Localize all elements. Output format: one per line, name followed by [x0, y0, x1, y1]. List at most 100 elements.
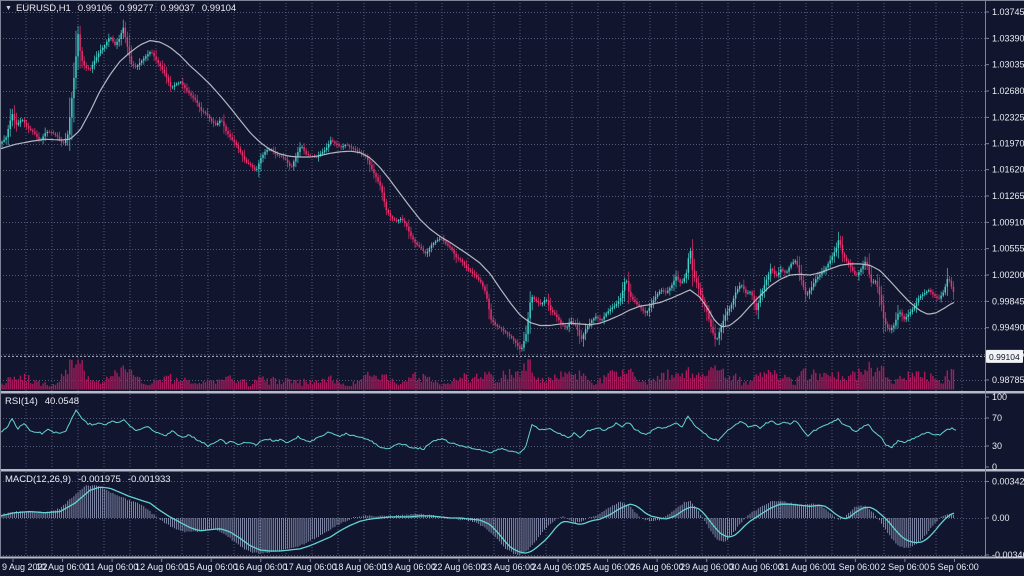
volume-bar — [207, 380, 208, 390]
candle — [229, 134, 231, 137]
volume-bar — [612, 370, 613, 389]
volume-bar — [480, 377, 481, 389]
volume-bar — [32, 384, 33, 390]
candle — [533, 297, 535, 299]
volume-bar — [96, 381, 97, 389]
low-value: 0.99037 — [161, 3, 195, 14]
volume-bar — [488, 372, 489, 390]
volume-bar — [408, 377, 409, 389]
candle — [472, 272, 474, 274]
volume-bar — [44, 382, 45, 390]
candle — [854, 271, 856, 275]
volume-bar — [24, 374, 25, 390]
volume-bar — [671, 375, 672, 390]
volume-bar — [601, 383, 602, 389]
volume-bar — [92, 380, 93, 389]
volume-bar — [470, 382, 471, 389]
candle — [330, 140, 332, 144]
candle — [86, 65, 88, 67]
volume-bar — [435, 380, 436, 389]
volume-bar — [328, 377, 329, 390]
volume-bar — [155, 381, 156, 390]
candle — [293, 162, 295, 167]
chart-canvas[interactable]: 1.037451.033901.030351.026801.023251.019… — [0, 0, 1024, 576]
candle — [100, 50, 102, 53]
volume-bar — [721, 370, 722, 390]
volume-bar — [451, 381, 452, 389]
time-axis-label: 11 Aug 06:00 — [86, 562, 138, 572]
volume-bar — [745, 381, 746, 389]
price-axis-label: 1.01970 — [992, 139, 1024, 149]
candle — [725, 315, 727, 320]
candle — [714, 333, 716, 339]
macd-name: MACD(12,26,9) — [5, 474, 71, 485]
panel-divider[interactable] — [0, 469, 1024, 472]
volume-bar — [811, 374, 812, 389]
candle — [718, 332, 720, 338]
candle — [601, 319, 603, 320]
candle — [211, 119, 213, 122]
time-axis-label: 16 Aug 06:00 — [234, 562, 287, 572]
candle — [733, 299, 735, 305]
candle — [12, 114, 14, 120]
candle — [297, 152, 299, 157]
close-value: 0.99104 — [202, 3, 236, 14]
volume-bar — [813, 369, 814, 389]
volume-bar — [262, 376, 263, 389]
candle — [669, 288, 671, 290]
candle — [133, 64, 135, 66]
candle — [186, 88, 188, 91]
candle — [106, 42, 108, 46]
volume-bar — [326, 382, 327, 389]
candle — [550, 305, 552, 310]
volume-bar — [860, 372, 861, 389]
candle — [176, 83, 178, 84]
candle — [712, 327, 714, 333]
candle — [930, 290, 932, 292]
candle — [760, 296, 762, 303]
volume-bar — [36, 382, 37, 390]
candle — [679, 280, 681, 283]
volume-bar — [924, 372, 925, 390]
volume-bar — [484, 372, 485, 389]
volume-bar — [735, 374, 736, 390]
volume-bar — [49, 386, 50, 389]
volume-bar — [827, 375, 828, 389]
candle — [788, 268, 790, 272]
volume-bar — [199, 383, 200, 390]
candle — [221, 121, 223, 122]
volume-bar — [940, 383, 941, 389]
volume-bar — [564, 372, 565, 389]
volume-bar — [786, 377, 787, 389]
candle — [564, 325, 566, 327]
volume-bar — [698, 373, 699, 390]
volume-bar — [688, 367, 689, 389]
volume-bar — [758, 376, 759, 390]
price-axis-label: 1.01620 — [992, 165, 1024, 175]
volume-bar — [81, 360, 82, 390]
panel-divider[interactable] — [0, 557, 1024, 559]
candle — [944, 287, 946, 293]
volume-bar — [945, 376, 946, 389]
candle — [700, 289, 702, 295]
volume-bar — [912, 373, 913, 390]
volume-bar — [287, 378, 288, 389]
panel-divider[interactable] — [0, 391, 1024, 394]
volume-bar — [42, 383, 43, 389]
candle — [349, 145, 351, 146]
volume-bar — [951, 369, 952, 390]
volume-bar — [538, 377, 539, 389]
time-axis-label: 15 Aug 06:00 — [185, 562, 238, 572]
price-axis-label: 0.99490 — [992, 323, 1024, 333]
candle — [394, 218, 396, 220]
price-axis-label: 0.99845 — [992, 296, 1024, 306]
candle — [381, 186, 383, 193]
volume-bar — [673, 378, 674, 390]
volume-bar — [753, 377, 754, 390]
candle — [217, 123, 219, 125]
volume-bar — [492, 376, 493, 389]
volume-bar — [930, 373, 931, 389]
symbol-dropdown-icon[interactable]: ▼ — [5, 5, 12, 12]
volume-bar — [271, 378, 272, 389]
candle — [515, 341, 517, 343]
